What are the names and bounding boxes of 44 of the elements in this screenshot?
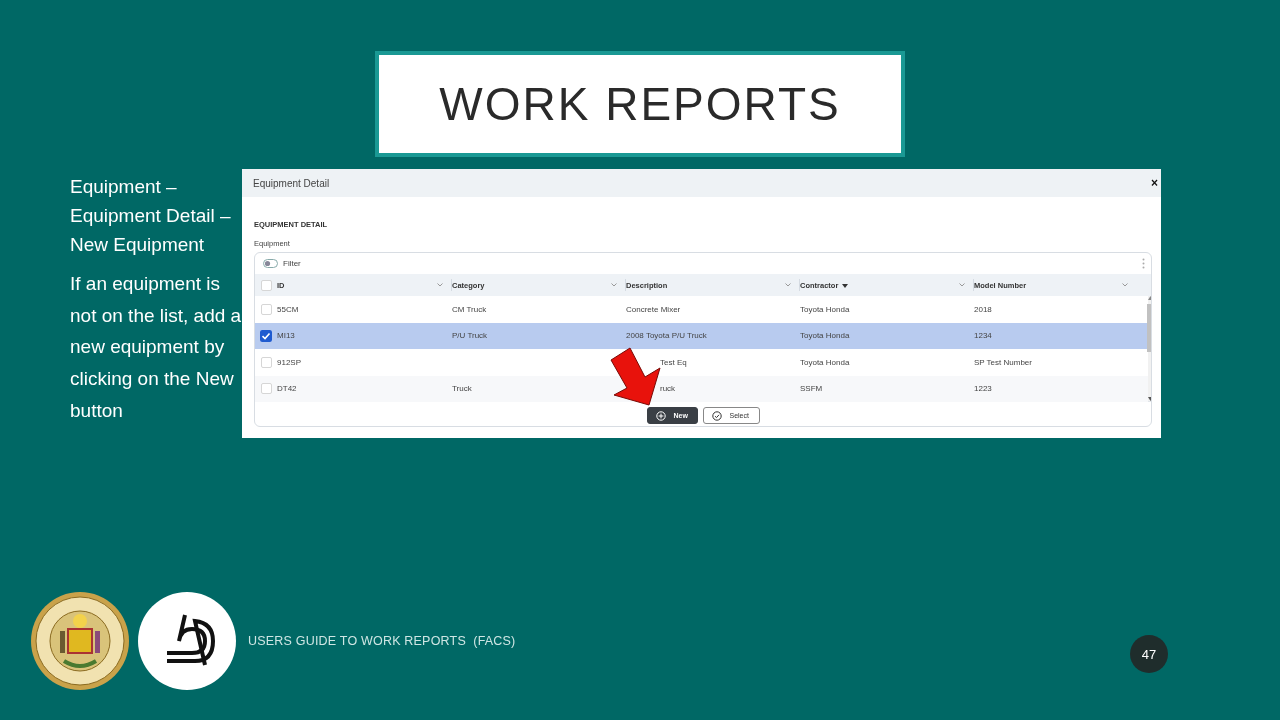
table-cell: DT42 <box>277 384 297 394</box>
table-cell: MI13 <box>277 331 295 341</box>
table-cell: 2008 Toyota P/U Truck <box>626 331 707 341</box>
table-row[interactable]: MI13 P/U Truck 2008 Toyota P/U Truck Toyota Honda 1234 <box>255 322 1148 349</box>
table-cell: Truck <box>452 384 472 394</box>
table-cell: ruck <box>660 384 676 394</box>
checkbox[interactable] <box>260 303 272 315</box>
chevron-icon[interactable] <box>611 283 617 287</box>
kebab-menu-icon[interactable] <box>1142 258 1145 269</box>
table-cell: 1234 <box>974 331 992 341</box>
checkbox[interactable] <box>260 329 272 342</box>
table-cell: Toyota Honda <box>800 304 850 314</box>
chevron-icon[interactable] <box>959 283 965 287</box>
slide-text: If an equipment is not on the list, add a new equipment by clicking on the New button <box>70 271 242 424</box>
chevron-icon[interactable] <box>1122 283 1128 287</box>
arrow-icon <box>609 346 662 407</box>
slide-title: WORK REPORTS <box>375 51 905 157</box>
check-circle-icon <box>711 410 722 421</box>
footer-text: USERS GUIDE TO WORK REPORTS (FACS) <box>248 634 516 648</box>
plus-circle-icon <box>655 410 666 421</box>
close-button[interactable]: × <box>1151 176 1158 190</box>
toggle-switch[interactable] <box>263 259 278 268</box>
table-cell: 2018 <box>974 304 992 314</box>
table-cell: P/U Truck <box>452 331 488 341</box>
checkbox[interactable] <box>260 279 272 291</box>
sort-icon[interactable] <box>842 283 849 288</box>
table-cell: CM Truck <box>452 304 487 314</box>
table-cell: SP Test Number <box>974 357 1032 367</box>
table-cell: 55CM <box>277 304 299 314</box>
table-cell: Concrete Mixer <box>626 304 681 314</box>
table-cell: Toyota Honda <box>800 331 850 341</box>
page-number: 47 <box>1130 635 1168 673</box>
checkbox[interactable] <box>260 356 272 368</box>
filter-label: Filter <box>283 259 301 268</box>
table-cell: Toyota Honda <box>800 357 850 367</box>
chevron-icon[interactable] <box>437 283 443 287</box>
table-cell: 912SP <box>277 357 302 367</box>
table-cell: SSFM <box>800 384 823 394</box>
chevron-icon[interactable] <box>785 283 791 287</box>
slide-heading: Equipment – Equipment Detail – New Equipment <box>70 175 232 257</box>
checkbox[interactable] <box>260 383 272 395</box>
dialog-title: Equipment Detail <box>253 177 330 189</box>
table-cell: Test Eq <box>660 357 687 367</box>
table-cell: 1223 <box>974 384 992 394</box>
